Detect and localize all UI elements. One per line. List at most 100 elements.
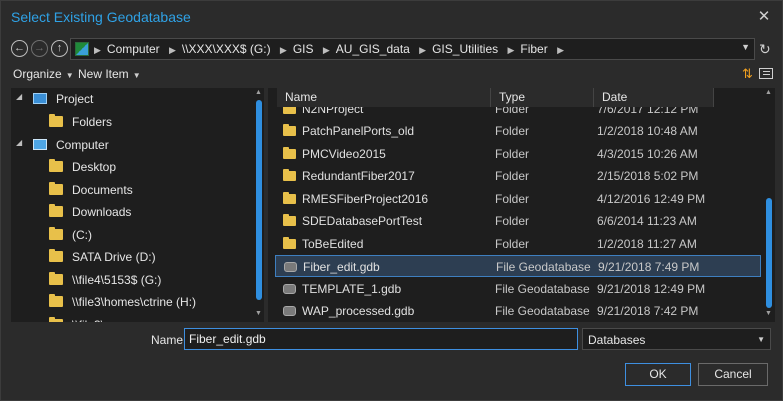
file-name: RedundantFiber2017 <box>302 169 415 183</box>
organize-menu[interactable]: Organize ▼ <box>13 67 74 81</box>
tree-item-downloads[interactable]: Downloads <box>11 201 254 223</box>
address-dropdown-icon[interactable]: ▼ <box>741 42 750 52</box>
forward-icon[interactable]: → <box>31 40 48 57</box>
ok-button[interactable]: OK <box>625 363 691 386</box>
column-header-name[interactable]: Name <box>277 88 491 107</box>
tree-item-label: \\file4\5153$ (G:) <box>72 273 162 287</box>
folder-icon <box>283 237 296 249</box>
up-icon[interactable]: ↑ <box>51 40 68 57</box>
geodatabase-icon <box>283 306 296 316</box>
breadcrumb-separator-icon: ▶ <box>279 45 287 55</box>
folder-icon <box>283 214 296 226</box>
organize-label: Organize <box>13 67 62 81</box>
tree-item-project[interactable]: ◢ Project <box>11 88 254 110</box>
folder-icon <box>49 317 63 322</box>
tree-item-documents[interactable]: Documents <box>11 179 254 201</box>
computer-icon <box>33 139 47 150</box>
back-icon[interactable]: ← <box>11 40 28 57</box>
tree-item-computer[interactable]: ◢ Computer <box>11 134 254 156</box>
file-type-filter[interactable]: Databases ▼ <box>582 328 771 350</box>
file-row[interactable]: PMCVideo2015 Folder 4/3/2015 10:26 AM <box>275 143 761 165</box>
tree-item-c[interactable]: (C:) <box>11 224 254 246</box>
breadcrumb-item[interactable]: Fiber <box>520 42 547 56</box>
view-options-icon[interactable] <box>759 68 773 79</box>
file-date: 9/21/2018 7:49 PM <box>598 260 700 274</box>
new-item-menu[interactable]: New Item ▼ <box>78 67 141 81</box>
folder-icon <box>283 147 296 159</box>
address-row: ← → ↑ ▶ Computer ▶ \\XXX\XXX$ (G:) ▶ GIS ▶ A… <box>1 37 782 61</box>
file-name: PMCVideo2015 <box>302 147 386 161</box>
tree-item-file4-5153-g[interactable]: \\file4\5153$ (G:) <box>11 269 254 291</box>
expand-arrow-icon[interactable]: ◢ <box>16 92 22 101</box>
file-type: Folder <box>495 169 530 183</box>
tree-item-label: \\file3\homes\ctrine (H:) <box>72 295 197 309</box>
breadcrumb-item[interactable]: GIS_Utilities <box>432 42 498 56</box>
tree-scrollbar[interactable]: ▲ ▼ <box>254 88 264 322</box>
file-row[interactable]: SDEDatabasePortTest Folder 6/6/2014 11:23 … <box>275 210 761 232</box>
breadcrumb-item[interactable]: GIS <box>293 42 314 56</box>
name-field-label: Name <box>151 333 184 347</box>
title-bar: Select Existing Geodatabase ✕ <box>1 1 782 33</box>
tree-item-file3[interactable]: \\file3\... <box>11 314 254 322</box>
tree-item-desktop[interactable]: Desktop <box>11 156 254 178</box>
filter-value: Databases <box>588 333 646 347</box>
file-row[interactable]: WAP_processed.gdb File Geodatabase 9/21/20… <box>275 300 761 322</box>
folder-icon <box>49 182 63 195</box>
scroll-up-icon[interactable]: ▲ <box>765 89 772 96</box>
breadcrumb-item[interactable]: Computer <box>107 42 160 56</box>
scroll-thumb[interactable] <box>766 198 772 308</box>
tree-item-label: Documents <box>72 183 133 197</box>
new-item-label: New Item <box>78 67 129 81</box>
breadcrumb-separator-icon: ▶ <box>419 45 427 55</box>
name-field[interactable] <box>184 328 578 350</box>
folder-icon <box>283 192 296 204</box>
file-row[interactable]: TEMPLATE_1.gdb File Geodatabase 9/21/2018 … <box>275 278 761 300</box>
close-icon[interactable]: ✕ <box>754 7 774 27</box>
file-type: Folder <box>495 214 530 228</box>
folder-icon <box>49 159 63 172</box>
file-type: Folder <box>495 237 530 251</box>
tree-item-sata-drive-d[interactable]: SATA Drive (D:) <box>11 246 254 268</box>
file-name: WAP_processed.gdb <box>302 304 415 318</box>
scroll-down-icon[interactable]: ▼ <box>765 310 772 317</box>
file-name: TEMPLATE_1.gdb <box>302 282 402 296</box>
file-row[interactable]: PatchPanelPorts_old Folder 1/2/2018 10:48 … <box>275 120 761 142</box>
file-date: 9/21/2018 12:49 PM <box>597 282 706 296</box>
file-date: 4/3/2015 10:26 AM <box>597 147 698 161</box>
file-row[interactable]: Fiber_edit.gdb File Geodatabase 9/21/2018 … <box>275 255 761 277</box>
scroll-down-icon[interactable]: ▼ <box>255 310 262 317</box>
file-type: Folder <box>495 147 530 161</box>
column-header-date[interactable]: Date <box>594 88 714 107</box>
tree-item-label: Downloads <box>72 205 132 219</box>
scroll-thumb[interactable] <box>256 100 262 300</box>
file-list-scrollbar[interactable]: ▲ ▼ <box>763 88 775 322</box>
file-date: 4/12/2016 12:49 PM <box>597 192 706 206</box>
tree-item-folders[interactable]: Folders <box>11 111 254 133</box>
breadcrumb-item[interactable]: \\XXX\XXX$ (G:) <box>182 42 271 56</box>
breadcrumb-separator-icon: ▶ <box>322 45 330 55</box>
breadcrumb-item[interactable]: AU_GIS_data <box>336 42 410 56</box>
file-type: File Geodatabase <box>496 260 591 274</box>
file-name: ToBeEdited <box>302 237 364 251</box>
file-name: PatchPanelPorts_old <box>302 124 415 138</box>
dialog-title: Select Existing Geodatabase <box>11 9 191 25</box>
scroll-up-icon[interactable]: ▲ <box>255 89 262 96</box>
folder-icon <box>283 124 296 136</box>
tree-item-label: (C:) <box>72 228 92 242</box>
breadcrumb-separator-icon: ▶ <box>557 45 564 55</box>
select-geodatabase-dialog: Select Existing Geodatabase ✕ ← → ↑ ▶ Com… <box>0 0 783 401</box>
cancel-button[interactable]: Cancel <box>698 363 768 386</box>
expand-arrow-icon[interactable]: ◢ <box>16 138 22 147</box>
project-icon <box>33 93 47 104</box>
file-row[interactable]: RedundantFiber2017 Folder 2/15/2018 5:02 P… <box>275 165 761 187</box>
tree-item-label: Project <box>56 92 94 106</box>
sort-icon[interactable]: ⇅ <box>742 66 753 82</box>
file-row[interactable]: ToBeEdited Folder 1/2/2018 11:27 AM <box>275 233 761 255</box>
navigation-tree: ◢ Project Folders ◢ Computer Desktop Documents… <box>11 88 264 322</box>
refresh-icon[interactable]: ↻ <box>759 41 771 58</box>
address-bar[interactable]: ▶ Computer ▶ \\XXX\XXX$ (G:) ▶ GIS ▶ AU_GIS_… <box>70 38 755 60</box>
file-row[interactable]: RMESFiberProject2016 Folder 4/12/2016 12:4… <box>275 188 761 210</box>
tree-item-file3-homes-ctrine-h[interactable]: \\file3\homes\ctrine (H:) <box>11 291 254 313</box>
tree-item-label: Folders <box>72 115 113 129</box>
column-header-type[interactable]: Type <box>491 88 594 107</box>
